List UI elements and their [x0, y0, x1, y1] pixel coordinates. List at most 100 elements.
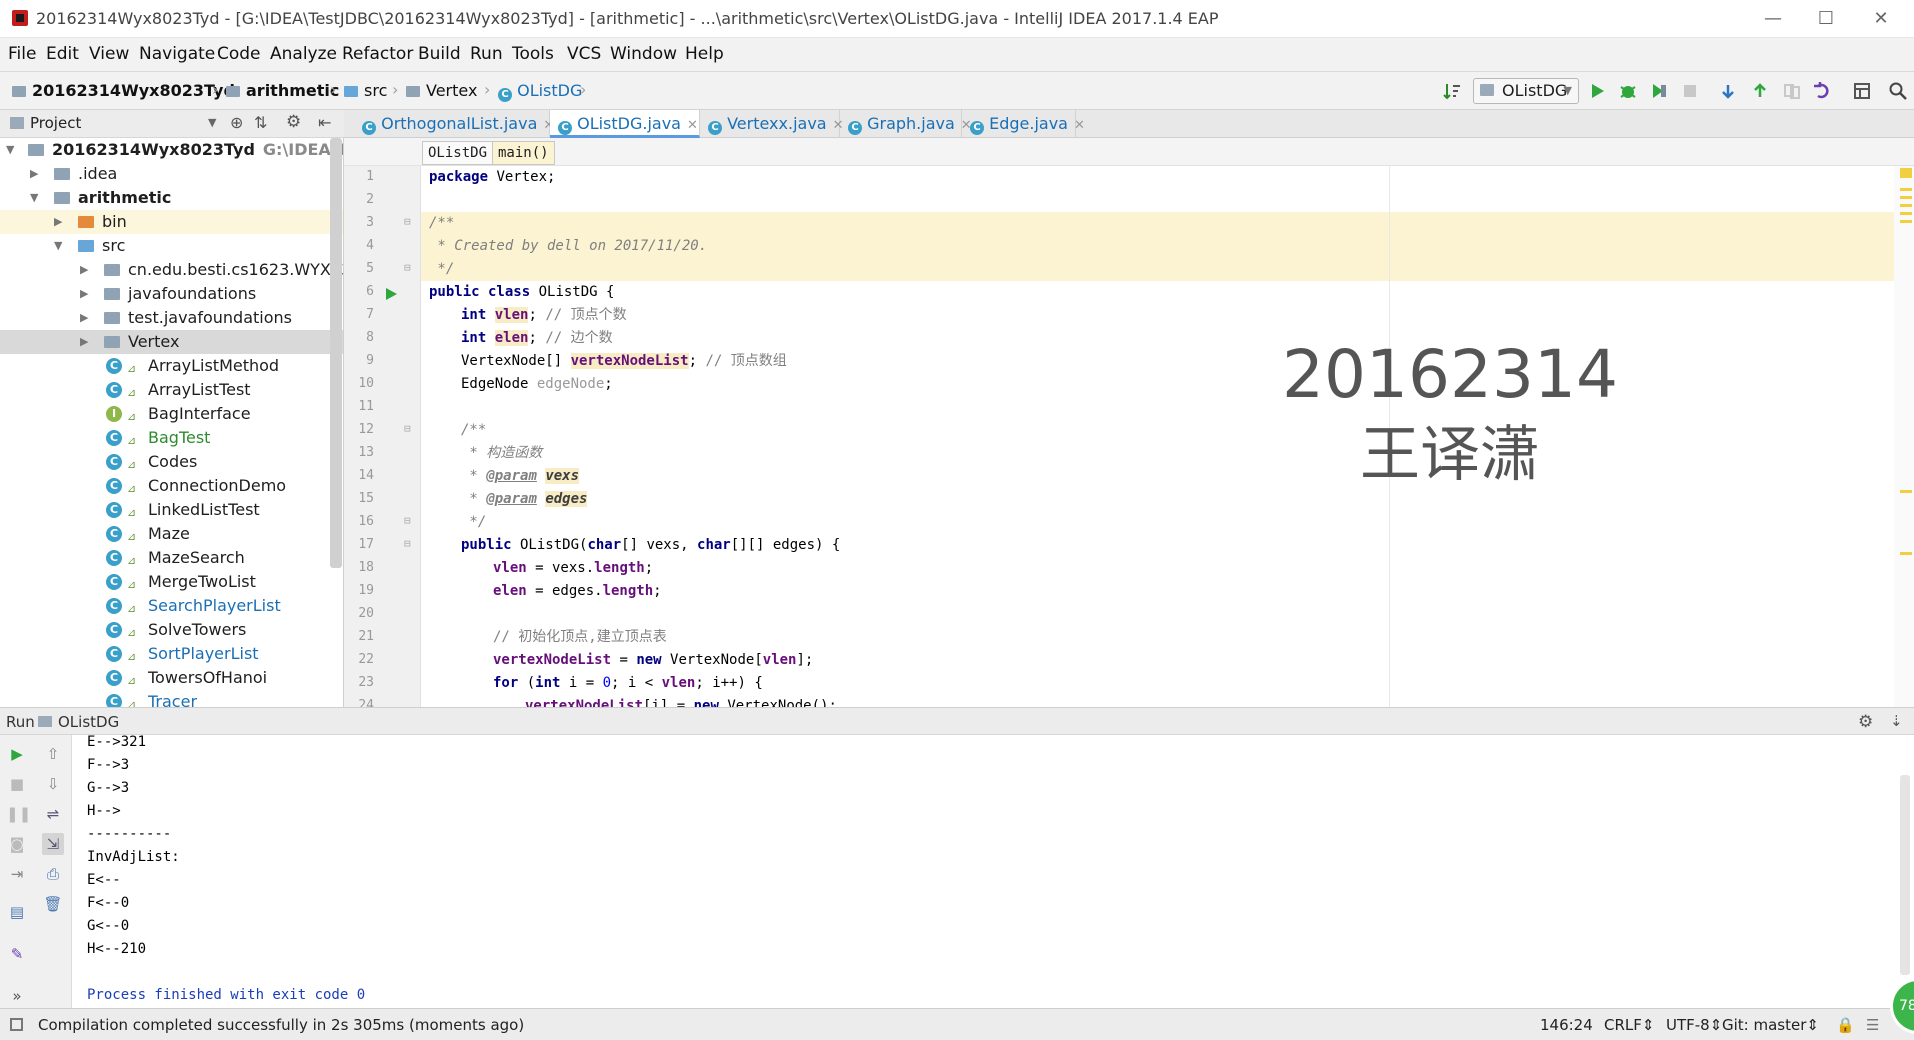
menu-vcs[interactable]: VCS: [567, 44, 601, 64]
editor-crumb-method[interactable]: main(): [492, 141, 555, 165]
collapsed-arrow-icon[interactable]: ▶: [80, 330, 88, 354]
fold-icon[interactable]: ⊟: [404, 537, 411, 550]
chevron-down-icon[interactable]: ▼: [208, 116, 216, 129]
tree-class-item[interactable]: C ⊿ SolveTowers: [0, 618, 343, 642]
breadcrumb-project[interactable]: 20162314Wyx8023Tyd: [12, 81, 235, 100]
menu-window[interactable]: Window: [610, 44, 677, 64]
search-icon[interactable]: [1888, 81, 1908, 101]
menu-tools[interactable]: Tools: [512, 44, 554, 64]
menu-file[interactable]: File: [8, 44, 36, 64]
tree-class-item[interactable]: C ⊿ MergeTwoList: [0, 570, 343, 594]
tab-olistdg[interactable]: C OListDG.java ✕: [550, 110, 700, 138]
pin-icon[interactable]: ✎: [6, 943, 28, 965]
tree-node-arithmetic[interactable]: ▼ arithmetic: [0, 186, 343, 210]
collapsed-arrow-icon[interactable]: ▶: [54, 210, 62, 234]
minimize-button[interactable]: —: [1750, 4, 1796, 34]
error-stripe[interactable]: [1894, 166, 1914, 707]
run-icon[interactable]: [1587, 81, 1607, 101]
tab-orthogonallist[interactable]: C OrthogonalList.java ✕: [354, 110, 554, 138]
tab-edge[interactable]: C Edge.java ✕: [962, 110, 1085, 138]
tree-node-package[interactable]: ▶ cn.edu.besti.cs1623.WYX2314: [0, 258, 343, 282]
menu-build[interactable]: Build: [418, 44, 461, 64]
hide-panel-icon[interactable]: ⇣: [1890, 712, 1903, 730]
rerun-icon[interactable]: ▶: [6, 743, 28, 765]
tree-class-item[interactable]: C ⊿ LinkedListTest: [0, 498, 343, 522]
usage-marker[interactable]: [1900, 188, 1912, 191]
caret-position[interactable]: 146:24: [1540, 1016, 1593, 1034]
code-editor[interactable]: package Vertex; /** * Created by dell on…: [421, 166, 1894, 707]
usage-marker[interactable]: [1900, 212, 1912, 215]
menu-help[interactable]: Help: [685, 44, 724, 64]
tree-node-root[interactable]: ▼ 20162314Wyx8023TydG:\IDEA\TestJDB: [0, 138, 343, 162]
line-separator[interactable]: CRLF⇕: [1604, 1016, 1654, 1034]
tree-class-item[interactable]: C ⊿ BagTest: [0, 426, 343, 450]
expanded-arrow-icon[interactable]: ▼: [54, 234, 62, 258]
close-tab-icon[interactable]: ✕: [1074, 118, 1085, 133]
tree-node-src[interactable]: ▼ src: [0, 234, 343, 258]
soft-wrap-icon[interactable]: ⇌: [42, 803, 64, 825]
tree-node-bin[interactable]: ▶ bin: [0, 210, 343, 234]
tree-node-package[interactable]: ▶ javafoundations: [0, 282, 343, 306]
coverage-icon[interactable]: [1649, 81, 1669, 101]
login-icon[interactable]: ⇥: [6, 863, 28, 885]
usage-marker[interactable]: [1900, 490, 1912, 493]
vcs-commit-icon[interactable]: [1750, 81, 1770, 101]
gear-icon[interactable]: ⚙: [286, 112, 301, 132]
tree-class-item[interactable]: I ⊿ BagInterface: [0, 402, 343, 426]
project-panel-title[interactable]: Project: [30, 114, 81, 132]
usage-marker[interactable]: [1900, 196, 1912, 199]
tree-class-item[interactable]: C ⊿ SearchPlayerList: [0, 594, 343, 618]
collapsed-arrow-icon[interactable]: ▶: [80, 306, 88, 330]
lock-icon[interactable]: 🔒: [1836, 1016, 1855, 1034]
tree-class-item[interactable]: C ⊿ Tracer: [0, 690, 343, 707]
tree-class-item[interactable]: C ⊿ Maze: [0, 522, 343, 546]
pause-icon[interactable]: ❚❚: [6, 803, 31, 825]
fold-icon[interactable]: ⊟: [404, 514, 411, 527]
stop-icon[interactable]: [1680, 81, 1700, 101]
gear-icon[interactable]: ⚙: [1858, 712, 1873, 732]
collapsed-arrow-icon[interactable]: ▶: [30, 162, 38, 186]
usage-marker[interactable]: [1900, 220, 1912, 223]
tree-class-item[interactable]: C ⊿ ArrayListTest: [0, 378, 343, 402]
vcs-update-icon[interactable]: [1718, 81, 1738, 101]
revert-icon[interactable]: [1812, 81, 1832, 101]
camera-icon[interactable]: ◙: [6, 833, 28, 855]
menu-refactor[interactable]: Refactor: [342, 44, 413, 64]
tree-class-item[interactable]: C ⊿ Codes: [0, 450, 343, 474]
layout-icon[interactable]: ▤: [6, 901, 28, 923]
expand-icon[interactable]: »: [6, 985, 28, 1007]
run-configuration-select[interactable]: OListDG ▼: [1473, 78, 1579, 104]
collapsed-arrow-icon[interactable]: ▶: [80, 282, 88, 306]
print-icon[interactable]: ⎙: [42, 863, 64, 885]
menu-view[interactable]: View: [89, 44, 129, 64]
usage-marker[interactable]: [1900, 552, 1912, 555]
hide-panel-icon[interactable]: ⇤: [318, 113, 331, 132]
down-arrow-icon[interactable]: ⇩: [42, 773, 64, 795]
menu-code[interactable]: Code: [217, 44, 261, 64]
sort-icon[interactable]: [1442, 81, 1462, 101]
event-log-icon[interactable]: ☰: [1866, 1016, 1879, 1034]
collapsed-arrow-icon[interactable]: ▶: [80, 258, 88, 282]
menu-edit[interactable]: Edit: [46, 44, 79, 64]
console-output[interactable]: E-->321 F-->3 G-->3 H--> ---------- InvA…: [72, 735, 1914, 1008]
compare-icon[interactable]: [1782, 81, 1802, 101]
breadcrumb-module[interactable]: arithmetic: [226, 81, 339, 100]
tree-class-item[interactable]: C ⊿ TowersOfHanoi: [0, 666, 343, 690]
up-arrow-icon[interactable]: ⇧: [42, 743, 64, 765]
run-gutter-icon[interactable]: [384, 287, 398, 301]
close-tab-icon[interactable]: ✕: [687, 118, 698, 133]
collapse-all-icon[interactable]: ⇅: [254, 113, 267, 132]
fold-icon[interactable]: ⊟: [404, 261, 411, 274]
fold-icon[interactable]: ⊟: [404, 215, 411, 228]
tree-class-item[interactable]: C ⊿ SortPlayerList: [0, 642, 343, 666]
console-scrollbar[interactable]: [1900, 775, 1910, 975]
tree-class-item[interactable]: C ⊿ ArrayListMethod: [0, 354, 343, 378]
expanded-arrow-icon[interactable]: ▼: [6, 138, 14, 162]
tree-node-idea[interactable]: ▶ .idea: [0, 162, 343, 186]
warning-marker[interactable]: [1900, 168, 1912, 178]
editor-crumb-class[interactable]: OListDG: [422, 141, 494, 165]
run-panel-title[interactable]: Run: [6, 713, 35, 731]
usage-marker[interactable]: [1900, 204, 1912, 207]
status-message[interactable]: Compilation completed successfully in 2s…: [38, 1016, 524, 1034]
tab-vertexx[interactable]: C Vertexx.java ✕: [700, 110, 844, 138]
